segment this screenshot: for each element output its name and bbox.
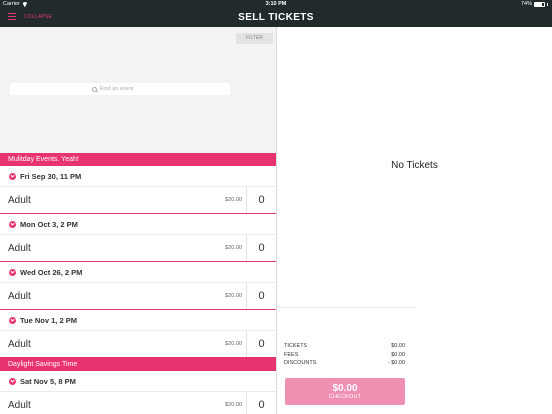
summary-label: TICKETS: [284, 343, 308, 349]
summary-value: $0.00: [391, 343, 405, 349]
page-title: SELL TICKETS: [238, 12, 314, 23]
status-bar: Carrier 3:10 PM 74%: [0, 0, 552, 9]
cart-panel: No Tickets TICKETS $0.00 FEES $0.00 DISC…: [277, 27, 552, 414]
summary-divider: [277, 307, 415, 308]
event-date-row[interactable]: Fri Sep 30, 11 PM: [0, 166, 276, 187]
event-date: Tue Nov 1, 2 PM: [20, 315, 77, 325]
ticket-row: Adult $20.00 0: [0, 283, 276, 310]
ticket-name: Adult: [8, 339, 31, 350]
ticket-price: $20.00: [225, 402, 242, 408]
event-date: Sat Nov 5, 8 PM: [20, 376, 76, 386]
event-panel: FILTER Mulitday Events. Yeah! Fri Sep 30…: [0, 27, 276, 414]
event-date-row[interactable]: Sat Nov 5, 8 PM: [0, 371, 276, 392]
ticket-quantity[interactable]: 0: [246, 187, 276, 213]
summary-row-tickets: TICKETS $0.00: [284, 343, 405, 352]
ticket-row: Adult $20.00 0: [0, 187, 276, 214]
search-box[interactable]: [10, 83, 230, 95]
ticket-price: $20.00: [225, 293, 242, 299]
summary-value: - $0.00: [387, 360, 405, 366]
ticket-quantity[interactable]: 0: [246, 331, 276, 357]
event-list[interactable]: Mulitday Events. Yeah! Fri Sep 30, 11 PM…: [0, 153, 276, 414]
search-input[interactable]: [100, 86, 148, 92]
event-date: Mon Oct 3, 2 PM: [20, 219, 78, 229]
app-root: Carrier 3:10 PM 74% COLLAPSE SELL TICKET…: [0, 0, 552, 414]
ticket-row: Adult $20.00 0: [0, 235, 276, 262]
battery-percent: 74%: [520, 1, 532, 7]
battery-fill: [535, 2, 542, 6]
summary-value: $0.00: [391, 351, 405, 358]
summary-row-fees: FEES $0.00: [284, 352, 405, 361]
checkout-button[interactable]: $0.00 CHECKOUT: [285, 378, 405, 405]
ticket-name: Adult: [8, 400, 31, 411]
ticket-row: Adult $20.00 0: [0, 331, 276, 358]
search-icon: [92, 86, 97, 92]
event-date-row[interactable]: Tue Nov 1, 2 PM: [0, 310, 276, 331]
ticket-price: $20.00: [225, 197, 242, 203]
section-header: Daylight Savings Time: [0, 358, 276, 371]
checkout-label: CHECKOUT: [328, 394, 362, 400]
empty-cart-message: No Tickets: [391, 160, 438, 171]
summary-row-discounts: DISCOUNTS - $0.00: [284, 360, 405, 369]
ticket-quantity[interactable]: 0: [246, 392, 276, 414]
status-right: 74%: [521, 1, 548, 7]
event-date-row[interactable]: Mon Oct 3, 2 PM: [0, 214, 276, 235]
ticket-price: $20.00: [225, 245, 242, 251]
nav-bar: COLLAPSE SELL TICKETS: [0, 9, 552, 27]
status-time: 3:10 PM: [265, 1, 287, 7]
ticket-quantity[interactable]: 0: [246, 235, 276, 261]
summary-label: DISCOUNTS: [284, 360, 317, 366]
ticket-price: $20.00: [225, 341, 242, 347]
battery-tip: [547, 2, 548, 6]
chevron-down-icon[interactable]: [9, 268, 16, 276]
ticket-quantity[interactable]: 0: [246, 283, 276, 309]
chevron-down-icon[interactable]: [9, 220, 16, 228]
battery-icon: [534, 1, 545, 7]
event-date: Fri Sep 30, 11 PM: [20, 171, 82, 181]
cart-summary: TICKETS $0.00 FEES $0.00 DISCOUNTS - $0.…: [284, 343, 405, 369]
event-date-row[interactable]: Wed Oct 26, 2 PM: [0, 262, 276, 283]
ticket-name: Adult: [8, 291, 31, 302]
chevron-down-icon[interactable]: [9, 377, 16, 385]
chevron-down-icon[interactable]: [9, 316, 16, 324]
checkout-total: $0.00: [332, 383, 358, 394]
summary-label: FEES: [284, 351, 299, 358]
ticket-name: Adult: [8, 243, 31, 254]
section-header: Mulitday Events. Yeah!: [0, 153, 276, 166]
event-date: Wed Oct 26, 2 PM: [20, 267, 83, 277]
chevron-down-icon[interactable]: [9, 172, 16, 180]
event-search-area: FILTER: [0, 27, 276, 153]
ticket-row: Adult $20.00 0: [0, 392, 276, 414]
filter-button[interactable]: FILTER: [236, 33, 273, 44]
ticket-name: Adult: [8, 195, 31, 206]
